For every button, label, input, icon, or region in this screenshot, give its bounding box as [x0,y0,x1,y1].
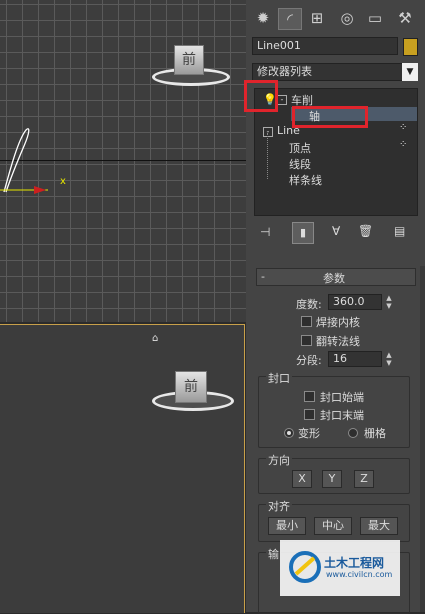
configure-sets-icon[interactable]: ▤ [394,224,405,238]
weld-core-checkbox[interactable] [301,316,312,327]
axis-x-label: x [60,176,66,187]
align-max-button[interactable]: 最大 [360,517,398,535]
collapse-sign: - [261,270,265,283]
utilities-icon[interactable]: ⚒ [394,8,416,28]
direction-title: 方向 [266,452,292,468]
align-min-button[interactable]: 最小 [268,517,306,535]
chevron-down-icon[interactable]: ▼ [402,63,418,81]
morph-radio[interactable] [284,428,294,438]
viewcube[interactable]: 前 [174,45,204,75]
perspective-viewport[interactable]: ⌂ 前 [0,324,245,613]
cap-end-checkbox[interactable] [304,409,315,420]
cap-start-label: 封口始端 [320,391,364,404]
cap-end-label: 封口末端 [320,409,364,422]
top-viewport[interactable]: x 前 [0,0,246,322]
segments-spinner[interactable]: ▲ ▼ [384,351,394,367]
grid-label: 栅格 [364,427,386,440]
degrees-label: 度数: [296,298,322,311]
stack-item-vertex[interactable]: 顶点 [289,140,311,156]
modify-icon[interactable]: ◜ [278,8,302,30]
flip-normals-label: 翻转法线 [316,335,360,348]
pin-stack-icon[interactable]: ⊣ [260,225,270,239]
direction-y-button[interactable]: Y [322,470,342,488]
align-title: 对齐 [266,498,292,514]
home-icon[interactable]: ⌂ [152,333,162,344]
grid-radio[interactable] [348,428,358,438]
degrees-spinner[interactable]: ▲ ▼ [384,294,394,310]
degrees-input[interactable]: 360.0 [328,294,382,310]
weld-core-label: 焊接内核 [316,316,360,329]
show-end-result-icon[interactable]: ▮ [292,222,314,244]
watermark-logo-icon [289,551,321,583]
stack-item-segment[interactable]: 线段 [289,156,311,172]
vertex-icon: ⁘ [399,122,408,133]
make-unique-icon[interactable]: ∀ [332,224,340,238]
highlight-box-axis [292,106,368,128]
viewcube[interactable]: 前 [175,371,207,403]
align-center-button[interactable]: 中心 [314,517,352,535]
object-color-swatch[interactable] [403,38,418,56]
output-title: 输 [266,546,281,562]
cap-start-checkbox[interactable] [304,391,315,402]
display-icon[interactable]: ▭ [364,8,386,28]
watermark-url: www.civilcn.com [326,570,393,579]
vertex-icon: ⁘ [399,139,408,150]
watermark-name: 土木工程网 [324,556,385,570]
direction-x-button[interactable]: X [292,470,312,488]
motion-icon[interactable]: ◎ [336,8,358,28]
stack-item-spline[interactable]: 样条线 [289,172,322,188]
watermark: 土木工程网 www.civilcn.com [280,540,400,596]
collapse-icon[interactable]: - [277,95,287,105]
rollout-title: 参数 [323,272,345,285]
direction-z-button[interactable]: Z [354,470,374,488]
segments-input[interactable]: 16 [328,351,382,367]
tree-line [267,133,269,179]
remove-modifier-icon[interactable]: 🗑 [358,224,373,238]
segments-label: 分段: [296,354,322,367]
create-icon[interactable]: ✹ [252,8,274,28]
flip-normals-checkbox[interactable] [301,335,312,346]
morph-label: 变形 [298,427,320,440]
modifier-list-dropdown[interactable]: 修改器列表 [252,63,410,81]
highlight-box-lightbulb [244,80,278,112]
object-name-field[interactable]: Line001 [252,37,398,55]
panel-scrollbar[interactable] [420,266,425,612]
capping-title: 封口 [266,370,292,386]
rollout-header[interactable]: - 参数 [256,268,416,286]
hierarchy-icon[interactable]: ⊞ [306,8,328,28]
